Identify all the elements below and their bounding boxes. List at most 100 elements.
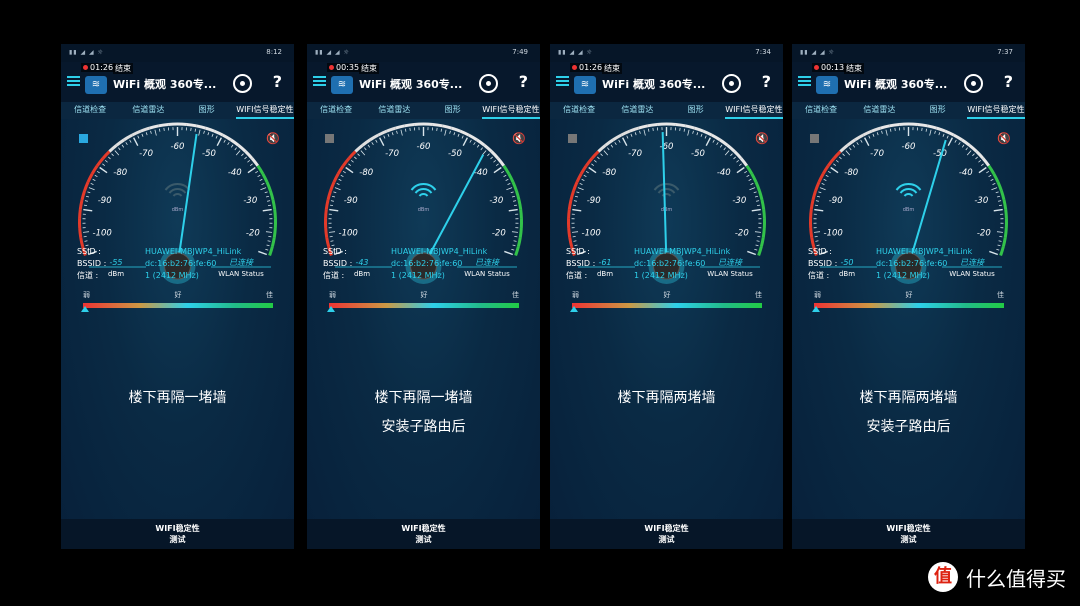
gauge-arc-segment [483, 144, 493, 153]
scale-best: 佳 [512, 291, 519, 299]
gauge-tick [724, 150, 730, 156]
help-icon[interactable]: ? [519, 72, 528, 91]
gauge-unit-label: dBm [903, 207, 915, 213]
bssid-label: BSSID : [323, 259, 353, 268]
gauge-tick-label: -80 [113, 168, 127, 178]
bottom-button[interactable]: WIFI稳定性 测试 [307, 519, 540, 549]
refresh-icon[interactable] [233, 74, 252, 93]
menu-icon[interactable] [67, 76, 80, 86]
gauge-tick [814, 208, 824, 212]
signal-gauge: -100-90-80-70-60-50-40-30-20dBm-50dBm已连接… [809, 122, 1008, 284]
gauge-tick [576, 191, 580, 194]
refresh-icon[interactable] [722, 74, 741, 93]
gauge-arc-segment [684, 124, 695, 130]
menu-icon[interactable] [798, 76, 811, 86]
gauge-tick [88, 187, 95, 191]
tab-channel-radar[interactable]: 信道雷达 [608, 102, 666, 119]
gauge-arc-segment [78, 227, 83, 238]
caption: 楼下再隔两堵墙 [550, 384, 783, 413]
signal-icons: ▮▮ ◢ ◢ ☼ [800, 49, 835, 56]
gauge-arc-segment [961, 138, 971, 147]
wifi-icon [903, 193, 914, 197]
gauge-tick [947, 137, 953, 147]
tab-wifi-stability[interactable]: WIFI信号稳定性 [481, 102, 540, 119]
gauge-tick [730, 153, 733, 157]
gauge-tick [493, 166, 502, 174]
phone-screen: ▮▮ ◢ ◢ ☼ 7:37 ≋ 00:13 结束 WiFi 概观 360专...… [792, 44, 1025, 549]
end-label[interactable]: 结束 [359, 63, 379, 74]
end-label[interactable]: 结束 [602, 63, 622, 74]
gauge-tick [84, 200, 88, 202]
gauge-tick [348, 163, 352, 166]
gauge-tick [938, 132, 941, 136]
tab-graph[interactable]: 图形 [667, 102, 725, 119]
refresh-icon[interactable] [479, 74, 498, 93]
wifi-icon [168, 188, 187, 194]
gauge-tick [749, 187, 756, 191]
gauge-arc-segment [1001, 237, 1007, 247]
tab-channel-radar[interactable]: 信道雷达 [119, 102, 177, 119]
gauge-tick [375, 139, 378, 143]
tab-wifi-stability[interactable]: WIFI信号稳定性 [724, 102, 783, 119]
gauge-tick [338, 178, 342, 181]
tab-channel-check[interactable]: 信道检查 [792, 102, 850, 119]
tab-channel-radar[interactable]: 信道雷达 [365, 102, 423, 119]
refresh-icon[interactable] [964, 74, 983, 93]
gauge-arc-segment [83, 181, 90, 192]
gauge-arc-segment [511, 181, 518, 192]
end-label[interactable]: 结束 [113, 63, 133, 74]
gauge-arc-segment [821, 164, 830, 175]
channel-value: 1 (2412 MHz) [876, 271, 930, 280]
help-icon[interactable]: ? [273, 72, 282, 91]
menu-icon[interactable] [313, 76, 326, 86]
gauge-tick [588, 166, 597, 174]
tab-graph[interactable]: 图形 [178, 102, 236, 119]
gauge-tick [978, 166, 987, 174]
tab-channel-check[interactable]: 信道检查 [307, 102, 365, 119]
gauge-arc-segment [999, 246, 1005, 257]
tab-wifi-stability[interactable]: WIFI信号稳定性 [966, 102, 1025, 119]
help-icon[interactable]: ? [762, 72, 771, 91]
help-icon[interactable]: ? [1004, 72, 1013, 91]
end-label[interactable]: 结束 [844, 63, 864, 74]
network-info: SSID : HUAWEI-MBJWP4_HiLink BSSID : dc:16:… [566, 246, 730, 282]
bottom-button[interactable]: WIFI稳定性 测试 [792, 519, 1025, 549]
gauge-arc-segment [395, 124, 406, 130]
gauge-tick [958, 142, 961, 146]
bottom-button[interactable]: WIFI稳定性 测试 [550, 519, 783, 549]
tab-channel-check[interactable]: 信道检查 [61, 102, 119, 119]
tab-wifi-stability[interactable]: WIFI信号稳定性 [235, 102, 294, 119]
gauge-arc-segment [760, 199, 766, 210]
wifi-icon [172, 193, 183, 197]
bottom-button[interactable]: WIFI稳定性 测试 [61, 519, 294, 549]
clock: 7:37 [997, 48, 1013, 56]
menu-icon[interactable] [556, 76, 569, 86]
gauge-tick [473, 142, 476, 146]
gauge-tick [733, 156, 736, 160]
gauge-tick [207, 132, 210, 136]
tab-channel-check[interactable]: 信道检查 [550, 102, 608, 119]
quality-marker-icon [569, 306, 578, 312]
gauge-tick [508, 208, 518, 212]
tab-channel-radar[interactable]: 信道雷达 [850, 102, 908, 119]
gauge-tick [830, 166, 839, 174]
gauge-arc-segment [354, 144, 364, 153]
tab-graph[interactable]: 图形 [424, 102, 482, 119]
gauge-arc-segment [675, 122, 686, 128]
bssid-label: BSSID : [566, 259, 596, 268]
quality-scale: 弱 好 佳 [80, 290, 273, 312]
timer-text: 01:26 [579, 63, 603, 72]
gauge-arc-segment [516, 237, 522, 247]
gauge-tick [687, 129, 690, 136]
gauge-tick [367, 144, 371, 148]
gauge-tick [258, 250, 268, 256]
tab-graph[interactable]: 图形 [909, 102, 967, 119]
gauge-tick [585, 170, 589, 174]
gauge-tick [989, 250, 999, 256]
gauge-tick [141, 133, 144, 137]
gauge-tick [972, 153, 975, 157]
gauge-tick [998, 200, 1002, 202]
record-dot-icon [329, 65, 334, 70]
gauge-arc-segment [935, 126, 946, 133]
gauge-tick [90, 182, 94, 185]
